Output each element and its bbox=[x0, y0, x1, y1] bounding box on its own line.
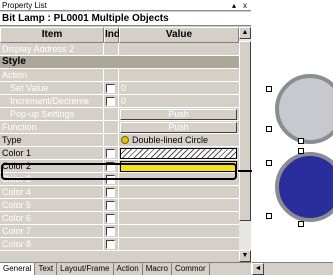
row-label: Type bbox=[2, 135, 22, 145]
panel-titlebar: Property List ▴ x bbox=[0, 0, 251, 11]
row-label: Color 8 bbox=[2, 239, 32, 249]
row-label: Function bbox=[2, 122, 37, 132]
row-color-5[interactable]: Color 5 bbox=[0, 199, 239, 212]
row-label: Increment/Decreme bbox=[10, 96, 90, 106]
ind-checkbox[interactable] bbox=[106, 162, 115, 171]
row-label: Color 6 bbox=[2, 213, 32, 223]
row-label: Color 5 bbox=[2, 200, 32, 210]
property-grid-header: Item Ind Value bbox=[0, 27, 239, 43]
row-color-6[interactable]: Color 6 bbox=[0, 212, 239, 225]
popup-settings-push-button[interactable]: Push bbox=[120, 109, 237, 120]
ind-checkbox[interactable] bbox=[106, 240, 115, 249]
close-icon[interactable]: x bbox=[243, 0, 247, 11]
row-set-value[interactable]: Set Value 0 bbox=[0, 82, 239, 95]
row-value: 0 bbox=[121, 96, 127, 106]
row-popup-settings[interactable]: Pop-up Settings Push bbox=[0, 108, 239, 121]
vertical-scrollbar[interactable]: ▲ ▼ bbox=[239, 27, 251, 262]
row-label: Color 7 bbox=[2, 226, 32, 236]
selection-handle[interactable] bbox=[298, 221, 304, 227]
color-2-swatch[interactable] bbox=[120, 161, 237, 172]
scroll-left-icon[interactable]: ◄ bbox=[252, 263, 264, 275]
row-color-4[interactable]: Color 4 bbox=[0, 186, 239, 199]
column-header-value[interactable]: Value bbox=[119, 27, 239, 43]
bit-lamp-bottom[interactable] bbox=[275, 152, 333, 222]
tab-common[interactable]: Commor bbox=[172, 263, 210, 275]
collapse-icon[interactable]: ▴ bbox=[232, 0, 236, 11]
selection-handle[interactable] bbox=[266, 86, 272, 92]
function-push-button[interactable]: Push bbox=[120, 122, 237, 133]
ind-checkbox[interactable] bbox=[106, 84, 115, 93]
property-grid: Display Address 2 Style Action Set Value… bbox=[0, 43, 239, 262]
scroll-up-icon[interactable]: ▲ bbox=[239, 27, 251, 39]
property-list-panel: Property List ▴ x Bit Lamp : PL0001 Mult… bbox=[0, 0, 251, 275]
screen-editor-canvas[interactable] bbox=[252, 0, 333, 262]
row-label: Color 3 bbox=[2, 174, 32, 184]
row-color-2[interactable]: Color 2 bbox=[0, 160, 239, 173]
column-header-ind[interactable]: Ind bbox=[104, 27, 120, 43]
category-style[interactable]: Style bbox=[0, 56, 239, 69]
horizontal-scrollbar[interactable]: ◄ bbox=[252, 262, 333, 275]
ind-checkbox[interactable] bbox=[106, 149, 115, 158]
row-color-7[interactable]: Color 7 bbox=[0, 225, 239, 238]
ind-checkbox[interactable] bbox=[106, 188, 115, 197]
type-radio-icon[interactable] bbox=[121, 136, 129, 144]
ind-checkbox[interactable] bbox=[106, 227, 115, 236]
row-color-8[interactable]: Color 8 bbox=[0, 238, 239, 251]
color-1-swatch[interactable] bbox=[120, 148, 237, 159]
scroll-thumb[interactable] bbox=[239, 41, 251, 221]
selection-handle[interactable] bbox=[298, 148, 304, 154]
category-label: Style bbox=[2, 56, 26, 67]
row-label: Action bbox=[2, 70, 28, 80]
row-label: Pop-up Settings bbox=[10, 109, 75, 119]
row-label: Display Address 2 bbox=[2, 44, 75, 54]
ind-checkbox[interactable] bbox=[106, 97, 115, 106]
object-title: Bit Lamp : PL0001 Multiple Objects bbox=[0, 12, 251, 26]
row-action[interactable]: Action bbox=[0, 69, 239, 82]
row-increment-decrement[interactable]: Increment/Decreme 0 bbox=[0, 95, 239, 108]
tab-macro[interactable]: Macro bbox=[143, 263, 172, 275]
ind-checkbox[interactable] bbox=[106, 214, 115, 223]
selection-handle[interactable] bbox=[266, 213, 272, 219]
ind-checkbox[interactable] bbox=[106, 175, 115, 184]
ind-checkbox[interactable] bbox=[106, 201, 115, 210]
property-tabs: General Text Layout/Frame Action Macro Commor bbox=[0, 262, 251, 275]
tab-general[interactable]: General bbox=[0, 263, 36, 275]
row-value: Double-lined Circle bbox=[132, 135, 209, 145]
panel-title: Property List bbox=[2, 1, 47, 10]
row-color-3[interactable]: Color 3 bbox=[0, 173, 239, 186]
row-label: Set Value bbox=[10, 83, 49, 93]
row-color-1[interactable]: Color 1 bbox=[0, 147, 239, 160]
bit-lamp-top[interactable] bbox=[275, 74, 333, 144]
row-display-address-2[interactable]: Display Address 2 bbox=[0, 43, 239, 56]
selection-handle[interactable] bbox=[266, 160, 272, 166]
row-value: 0 bbox=[121, 83, 127, 93]
tab-layout-frame[interactable]: Layout/Frame bbox=[57, 263, 114, 275]
row-label: Color 1 bbox=[2, 148, 32, 158]
column-header-item[interactable]: Item bbox=[0, 27, 104, 43]
scroll-down-icon[interactable]: ▼ bbox=[239, 250, 251, 262]
tab-text[interactable]: Text bbox=[35, 263, 58, 275]
row-label: Color 4 bbox=[2, 187, 32, 197]
selection-handle[interactable] bbox=[298, 138, 304, 144]
row-label: Color 2 bbox=[2, 161, 32, 171]
tab-action[interactable]: Action bbox=[114, 263, 143, 275]
row-function[interactable]: Function Push bbox=[0, 121, 239, 134]
selection-handle[interactable] bbox=[266, 126, 272, 132]
row-type[interactable]: Type Double-lined Circle bbox=[0, 134, 239, 147]
